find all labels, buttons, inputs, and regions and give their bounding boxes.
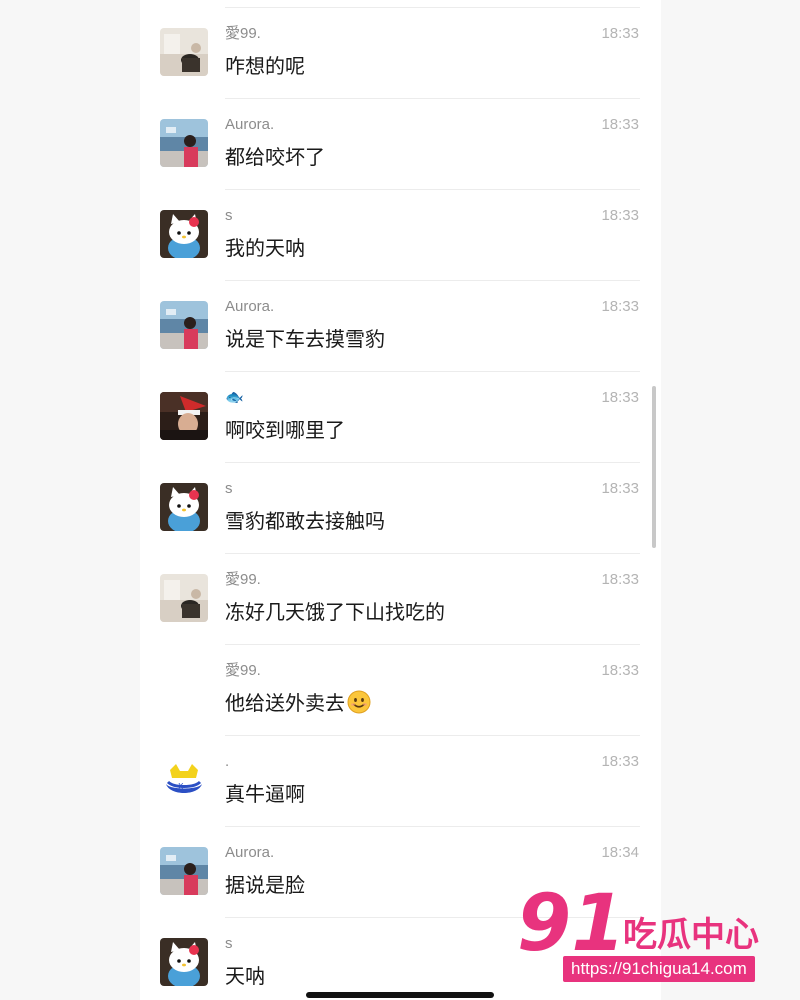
message-text: 说是下车去摸雪豹: [225, 326, 385, 352]
sender-name: 愛99.: [225, 662, 261, 679]
message-text-content: 雪豹都敢去接触吗: [225, 509, 385, 533]
message-time: 18:33: [601, 480, 639, 497]
photo-room-avatar[interactable]: [160, 28, 208, 76]
message-time: 18:33: [601, 571, 639, 588]
hello-kitty-avatar[interactable]: [160, 210, 208, 258]
message-list[interactable]: 愛99. 18:33 咋想的呢 Aurora. 18:33 都给咬坏了 s 18…: [140, 8, 661, 1000]
photo-sea-girl-avatar[interactable]: [160, 119, 208, 167]
home-indicator[interactable]: [306, 992, 494, 998]
sender-name: .: [225, 753, 230, 770]
message-text-content: 真牛逼啊: [225, 782, 305, 806]
sender-name: Aurora.: [225, 298, 275, 315]
message-row[interactable]: Aurora. 18:33 都给咬坏了: [140, 99, 661, 190]
message-time: 18:34: [601, 844, 639, 861]
message-text: 据说是脸: [225, 872, 305, 898]
message-row[interactable]: 愛99. 18:33 咋想的呢: [140, 8, 661, 99]
blue-cat-logo-avatar[interactable]: X: [160, 756, 208, 804]
photo-sea-girl-avatar[interactable]: [160, 847, 208, 895]
message-time: 18:33: [601, 753, 639, 770]
svg-text:91: 91: [517, 880, 626, 960]
watermark-logo: 91 吃瓜中心: [517, 880, 759, 960]
photo-santa-hat-avatar[interactable]: [160, 392, 208, 440]
scrollbar[interactable]: [652, 386, 656, 548]
sender-name: s: [225, 207, 233, 224]
message-text: 天呐: [225, 963, 265, 989]
sender-name: 愛99.: [225, 25, 261, 42]
message-text-content: 都给咬坏了: [225, 145, 325, 169]
message-text-content: 咋想的呢: [225, 54, 305, 78]
message-time: 18:33: [601, 662, 639, 679]
hello-kitty-avatar[interactable]: [160, 938, 208, 986]
message-text: 我的天呐: [225, 235, 305, 261]
message-row[interactable]: s 18:33 雪豹都敢去接触吗: [140, 463, 661, 554]
sender-name: 🐟: [225, 389, 244, 406]
photo-sea-girl-avatar[interactable]: [160, 301, 208, 349]
message-text: 真牛逼啊: [225, 781, 305, 807]
message-text-content: 据说是脸: [225, 873, 305, 897]
smiley-icon: [347, 690, 371, 714]
message-text-content: 冻好几天饿了下山找吃的: [225, 600, 445, 624]
svg-text:X: X: [178, 782, 184, 791]
sender-name: 愛99.: [225, 571, 261, 588]
message-text: 咋想的呢: [225, 53, 305, 79]
message-time: 18:33: [601, 389, 639, 406]
message-text-content: 天呐: [225, 964, 265, 988]
sender-name: s: [225, 480, 233, 497]
message-text: 冻好几天饿了下山找吃的: [225, 599, 445, 625]
watermark-url: https://91chigua14.com: [563, 956, 755, 982]
message-row[interactable]: 愛99. 18:33 他给送外卖去: [140, 645, 661, 736]
sender-name: Aurora.: [225, 116, 275, 133]
message-time: 18:33: [601, 25, 639, 42]
message-time: 18:33: [601, 116, 639, 133]
message-text: 啊咬到哪里了: [225, 417, 345, 443]
message-list-panel: 愛99. 18:33 咋想的呢 Aurora. 18:33 都给咬坏了 s 18…: [140, 0, 661, 1000]
message-time: 18:33: [601, 207, 639, 224]
message-row[interactable]: Aurora. 18:33 说是下车去摸雪豹: [140, 281, 661, 372]
svg-text:吃瓜中心: 吃瓜中心: [623, 915, 759, 955]
message-text-content: 啊咬到哪里了: [225, 418, 345, 442]
message-time: 18:33: [601, 298, 639, 315]
message-row[interactable]: X . 18:33 真牛逼啊: [140, 736, 661, 827]
watermark: 91 吃瓜中心 https://91chigua14.com: [515, 880, 795, 990]
message-text-content: 我的天呐: [225, 236, 305, 260]
message-text: 雪豹都敢去接触吗: [225, 508, 385, 534]
message-text: 他给送外卖去: [225, 690, 371, 716]
message-row[interactable]: 愛99. 18:33 冻好几天饿了下山找吃的: [140, 554, 661, 645]
sender-name: Aurora.: [225, 844, 275, 861]
message-text: 都给咬坏了: [225, 144, 325, 170]
sender-name: s: [225, 935, 233, 952]
message-row[interactable]: 🐟 18:33 啊咬到哪里了: [140, 372, 661, 463]
hello-kitty-avatar[interactable]: [160, 483, 208, 531]
photo-room-avatar[interactable]: [160, 574, 208, 622]
message-text-content: 他给送外卖去: [225, 691, 345, 715]
message-text-content: 说是下车去摸雪豹: [225, 327, 385, 351]
message-row[interactable]: s 18:33 我的天呐: [140, 190, 661, 281]
